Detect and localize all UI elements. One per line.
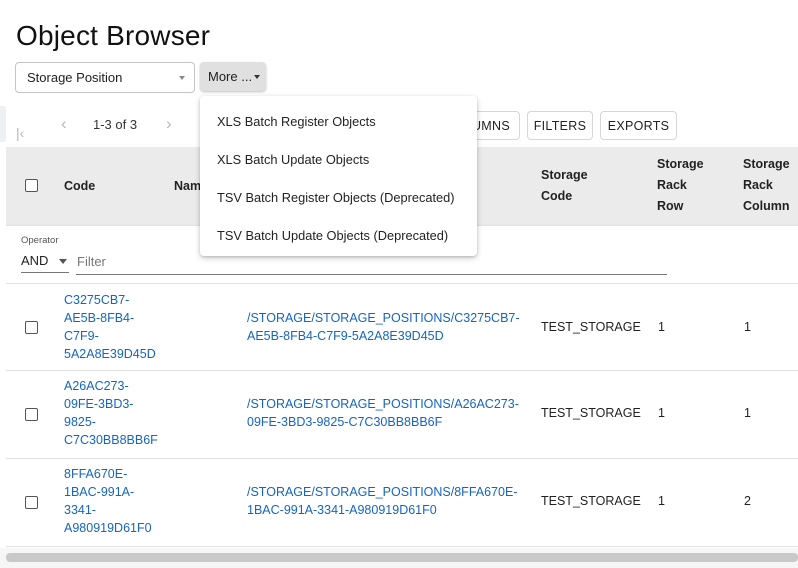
code-line: C3275CB7- (64, 293, 130, 307)
column-header-storage-code[interactable]: Storage Code (541, 165, 588, 207)
menu-item-tsv-batch-register[interactable]: TSV Batch Register Objects (Deprecated) (200, 178, 477, 216)
row-rack-column: 1 (744, 406, 751, 420)
row-rack-row: 1 (658, 320, 665, 334)
object-type-select-value: Storage Position (27, 70, 123, 85)
header-line: Rack (657, 178, 687, 192)
row-rack-column: 1 (744, 320, 751, 334)
row-checkbox[interactable] (25, 408, 38, 421)
previous-page-icon[interactable]: ‹ (61, 114, 67, 134)
more-button[interactable]: More ... (200, 62, 266, 91)
menu-item-xls-batch-update[interactable]: XLS Batch Update Objects (200, 140, 477, 178)
row-storage-code: TEST_STORAGE (541, 406, 641, 420)
row-rack-row: 1 (658, 494, 665, 508)
row-rack-column: 2 (744, 494, 751, 508)
row-code-link[interactable]: C3275CB7- AE5B-8FB4- C7F9- 5A2A8E39D45D (64, 291, 156, 363)
table-row[interactable]: 8FFA670E- 1BAC-991A- 3341- A980919D61F0 … (6, 460, 798, 547)
row-path-link[interactable]: /STORAGE/STORAGE_POSITIONS/8FFA670E- 1BA… (247, 483, 517, 519)
code-line: C7F9- (64, 329, 99, 343)
header-line: Rack (743, 178, 773, 192)
exports-button[interactable]: EXPORTS (600, 111, 677, 140)
header-line: Storage (541, 168, 588, 182)
page-range: 1-3 of 3 (93, 117, 138, 132)
row-checkbox[interactable] (25, 496, 38, 509)
operator-select[interactable]: AND (21, 251, 69, 273)
chevron-down-icon (59, 259, 67, 264)
page-title: Object Browser (16, 20, 211, 51)
row-path-link[interactable]: /STORAGE/STORAGE_POSITIONS/A26AC273- 09F… (247, 395, 519, 431)
row-path-link[interactable]: /STORAGE/STORAGE_POSITIONS/C3275CB7- AE5… (247, 309, 520, 345)
header-line: Storage (743, 157, 790, 171)
code-line: 1BAC-991A- (64, 485, 135, 499)
code-line: 09FE-3BD3- (64, 397, 134, 411)
row-storage-code: TEST_STORAGE (541, 320, 641, 334)
first-page-icon[interactable]: |‹ (16, 116, 24, 150)
column-header-name[interactable]: Nam (174, 176, 201, 197)
header-line: Code (541, 189, 573, 203)
column-header-code[interactable]: Code (64, 176, 95, 197)
path-line: AE5B-8FB4-C7F9-5A2A8E39D45D (247, 329, 444, 343)
code-line: C7C30BB8BB6F (64, 433, 158, 447)
menu-item-tsv-batch-update[interactable]: TSV Batch Update Objects (Deprecated) (200, 216, 477, 254)
caret-down-icon (254, 75, 261, 79)
select-all-checkbox[interactable] (25, 179, 38, 192)
column-header-rack-column[interactable]: Storage Rack Column (743, 154, 790, 217)
row-code-link[interactable]: 8FFA670E- 1BAC-991A- 3341- A980919D61F0 (64, 465, 152, 537)
path-line: /STORAGE/STORAGE_POSITIONS/8FFA670E- (247, 485, 518, 499)
column-header-rack-row[interactable]: Storage Rack Row (657, 154, 704, 217)
path-line: 1BAC-991A-3341-A980919D61F0 (247, 503, 437, 517)
path-line: 09FE-3BD3-9825-C7C30BB8BB6F (247, 415, 443, 429)
code-line: 9825- (64, 415, 96, 429)
path-line: /STORAGE/STORAGE_POSITIONS/C3275CB7- (247, 311, 520, 325)
row-rack-row: 1 (658, 406, 665, 420)
more-button-label: More ... (208, 69, 253, 84)
code-line: AE5B-8FB4- (64, 311, 135, 325)
row-checkbox[interactable] (25, 321, 38, 334)
chevron-down-icon (179, 76, 185, 80)
row-code-link[interactable]: A26AC273- 09FE-3BD3- 9825- C7C30BB8BB6F (64, 377, 158, 449)
table-row[interactable]: C3275CB7- AE5B-8FB4- C7F9- 5A2A8E39D45D … (6, 285, 798, 371)
row-storage-code: TEST_STORAGE (541, 494, 641, 508)
code-line: 3341- (64, 503, 96, 517)
header-line: Storage (657, 157, 704, 171)
horizontal-scrollbar[interactable] (6, 553, 798, 562)
table-row[interactable]: A26AC273- 09FE-3BD3- 9825- C7C30BB8BB6F … (6, 372, 798, 459)
operator-label: Operator (21, 235, 59, 246)
header-line: Row (657, 199, 684, 213)
filters-button[interactable]: FILTERS (527, 111, 593, 140)
path-line: /STORAGE/STORAGE_POSITIONS/A26AC273- (247, 397, 519, 411)
panel-edge (0, 106, 6, 142)
code-line: A26AC273- (64, 379, 129, 393)
more-menu: XLS Batch Register Objects XLS Batch Upd… (200, 96, 477, 256)
operator-value: AND (21, 253, 49, 268)
code-line: 8FFA670E- (64, 467, 128, 481)
header-line: Column (743, 199, 790, 213)
object-type-select[interactable]: Storage Position (15, 62, 195, 93)
code-line: A980919D61F0 (64, 521, 152, 535)
menu-item-xls-batch-register[interactable]: XLS Batch Register Objects (200, 102, 477, 140)
next-page-icon[interactable]: › (166, 114, 172, 134)
code-line: 5A2A8E39D45D (64, 347, 156, 361)
